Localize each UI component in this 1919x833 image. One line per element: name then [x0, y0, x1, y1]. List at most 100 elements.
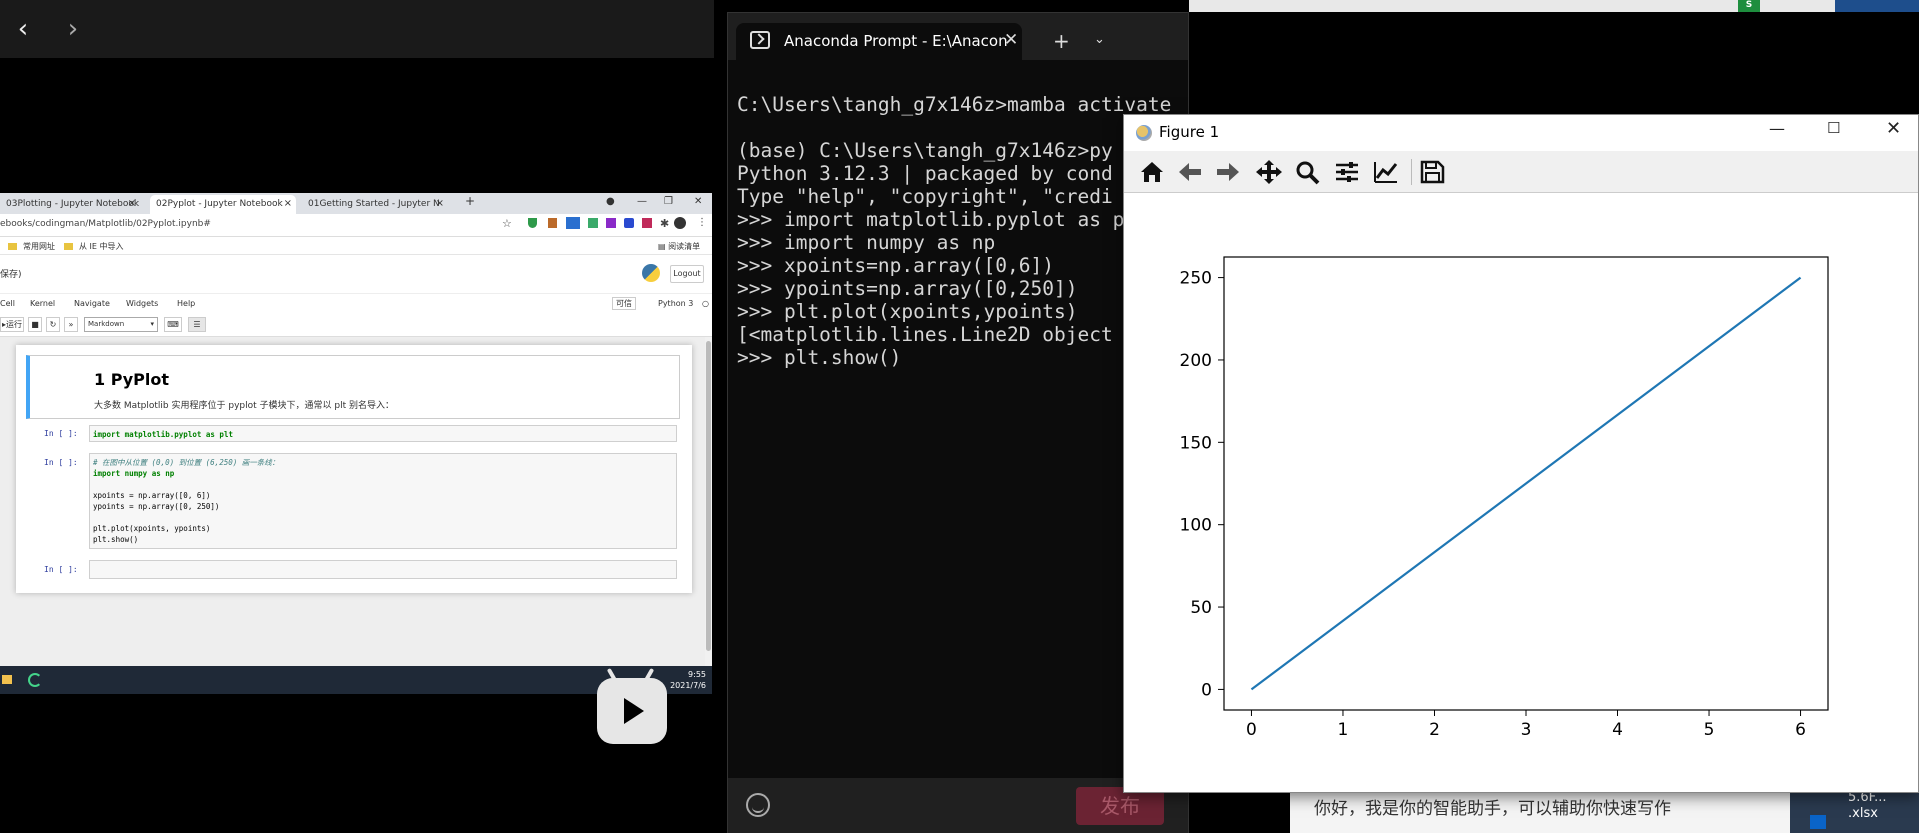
clock-time: 9:55 [688, 670, 706, 679]
notebook-area: 1 PyPlot 大多数 Matplotlib 实用程序位于 pyplot 子模… [0, 337, 712, 666]
minimize-icon[interactable]: — [1769, 119, 1785, 138]
browser-tab-strip: 03Plotting - Jupyter Notebook × 02Pyplot … [0, 193, 712, 214]
zoom-icon[interactable] [1294, 159, 1322, 185]
browser-tab[interactable]: 03Plotting - Jupyter Notebook × [0, 195, 140, 214]
home-icon[interactable] [1138, 159, 1166, 185]
close-icon[interactable]: × [436, 198, 444, 209]
menu-cell[interactable]: Cell [0, 299, 15, 308]
emoji-icon[interactable] [746, 793, 770, 817]
forward-arrow-icon[interactable] [1214, 159, 1242, 185]
restart-button[interactable]: ↻ [46, 317, 60, 332]
close-icon[interactable]: ✕ [1886, 118, 1901, 139]
menu-widgets[interactable]: Widgets [126, 299, 158, 308]
edit-axis-icon[interactable] [1372, 159, 1400, 185]
terminal-window[interactable]: Anaconda Prompt - E:\Anacon ✕ + ⌄ C:\Use… [727, 12, 1189, 833]
terminal-tab-title: Anaconda Prompt - E:\Anacon [784, 32, 1008, 50]
command-palette-button[interactable]: ☰ [188, 317, 206, 332]
plot-canvas[interactable]: 0 1 2 3 4 5 6 0 50 100 150 200 250 [1124, 193, 1918, 793]
code-line: import numpy as np [93, 469, 175, 478]
chevron-down-icon[interactable]: ⌄ [1094, 32, 1105, 47]
restore-icon[interactable]: ❐ [664, 196, 673, 207]
extension-icon[interactable] [606, 218, 616, 228]
extension-icon[interactable] [624, 218, 634, 228]
terminal-icon [750, 31, 770, 49]
x-tick-label: 1 [1338, 720, 1349, 740]
puzzle-icon[interactable]: ✱ [660, 217, 669, 230]
trusted-badge[interactable]: 可信 [612, 297, 636, 310]
background-app-icon: S [1738, 0, 1760, 12]
bilibili-play-icon[interactable] [597, 678, 667, 744]
avatar[interactable] [674, 217, 686, 229]
extension-icon[interactable] [548, 218, 557, 228]
bookmark-item[interactable]: 从 IE 中导入 [64, 241, 124, 252]
cell-type-select[interactable]: Markdown ▾ [84, 317, 158, 332]
terminal-tab[interactable]: Anaconda Prompt - E:\Anacon ✕ [736, 23, 1022, 60]
save-icon[interactable] [1418, 159, 1446, 185]
video-frame-browser: 03Plotting - Jupyter Notebook × 02Pyplot … [0, 193, 712, 694]
desktop: ‹ › 03Plotting - Jupyter Notebook × 02Pyp… [0, 0, 1919, 833]
file-name: 5.6F... .xlsx [1848, 790, 1886, 822]
maximize-icon[interactable]: ☐ [1827, 119, 1840, 137]
python-logo-icon [642, 264, 660, 282]
minimize-icon[interactable]: — [637, 196, 647, 207]
logout-button[interactable]: Logout [670, 265, 704, 283]
notebook-intro: 大多数 Matplotlib 实用程序位于 pyplot 子模块下，通常以 pl… [94, 401, 394, 411]
run-all-button[interactable]: » [64, 317, 78, 332]
y-tick-label: 200 [1180, 351, 1212, 371]
extension-icon[interactable] [642, 218, 652, 228]
subplots-icon[interactable] [1333, 159, 1361, 185]
restart-icon: ↻ [49, 320, 57, 329]
browser-tab-active[interactable]: 02Pyplot - Jupyter Notebook × [150, 195, 296, 214]
y-tick-label: 50 [1190, 598, 1212, 618]
figure-titlebar: Figure 1 — ☐ ✕ [1124, 115, 1918, 151]
x-tick-label: 0 [1246, 720, 1257, 740]
close-icon[interactable]: × [128, 198, 136, 209]
outlook-icon [1810, 815, 1826, 829]
star-icon[interactable]: ☆ [502, 217, 512, 230]
shield-icon[interactable] [528, 218, 537, 228]
background-app-icon [1835, 0, 1919, 12]
terminal-output[interactable]: C:\Users\tangh_g7x146z>mamba activate E:… [737, 93, 1177, 369]
extension-icon[interactable] [566, 217, 580, 229]
background-window-strip [1189, 0, 1919, 12]
browser-tab[interactable]: 01Getting Started - Jupyter N × [302, 195, 448, 214]
forward-button[interactable]: › [58, 14, 88, 44]
keyboard-button[interactable]: ⌨ [164, 317, 182, 332]
matplotlib-figure-window[interactable]: Figure 1 — ☐ ✕ 0 1 2 3 4 5 6 0 50 100 150 200 250 [1123, 114, 1919, 793]
jupyter-toolbar: ▸运行 ■ ↻ » Markdown ▾ ⌨ ☰ [0, 313, 712, 337]
extension-icon[interactable] [588, 218, 598, 228]
browser-scrollbar[interactable] [705, 337, 712, 666]
bookmark-item[interactable]: 常用网址 [8, 241, 55, 252]
back-button[interactable]: ‹ [8, 14, 38, 44]
code-cell[interactable]: # 在图中从位置 (0,0) 到位置 (6,250) 画一条线： import … [89, 453, 677, 549]
record-icon: ● [606, 196, 615, 207]
menu-navigate[interactable]: Navigate [74, 299, 110, 308]
close-icon[interactable]: ✕ [694, 196, 702, 207]
pan-icon[interactable] [1255, 159, 1283, 185]
menu-help[interactable]: Help [177, 299, 195, 308]
back-arrow-icon[interactable] [1176, 159, 1204, 185]
terminal-line: >>> import numpy as np [737, 231, 996, 254]
notebook-heading: 1 PyPlot [94, 370, 170, 389]
address-bar[interactable]: ebooks/codingman/Matplotlib/02Pyplot.ipy… [0, 214, 712, 237]
cell-type-value: Markdown [88, 320, 125, 328]
menu-kernel[interactable]: Kernel [30, 299, 55, 308]
scroll-thumb[interactable] [706, 341, 711, 651]
video-player[interactable]: ‹ › 03Plotting - Jupyter Notebook × 02Pyp… [0, 0, 714, 833]
empty-code-cell[interactable] [89, 560, 677, 579]
close-icon[interactable]: ✕ [1004, 30, 1018, 50]
stop-button[interactable]: ■ [28, 317, 42, 332]
close-icon[interactable]: × [284, 198, 292, 209]
reading-list-button[interactable]: ▤ 阅读清单 [658, 241, 700, 252]
new-tab-button[interactable]: + [465, 194, 475, 208]
code-cell[interactable]: import matplotlib.pyplot as plt [89, 425, 677, 442]
terminal-line: Python 3.12.3 | packaged by cond [737, 162, 1113, 185]
series-line [1250, 276, 1802, 691]
tab-label: 03Plotting - Jupyter Notebook [6, 199, 140, 209]
more-icon[interactable]: ⋮ [697, 217, 707, 228]
run-button[interactable]: ▸运行 [0, 317, 24, 332]
file-name-line: .xlsx [1848, 806, 1878, 821]
new-tab-button[interactable]: + [1053, 29, 1070, 53]
markdown-cell[interactable]: 1 PyPlot 大多数 Matplotlib 实用程序位于 pyplot 子模… [26, 355, 680, 419]
cell-prompt: In [ ]: [44, 429, 78, 438]
